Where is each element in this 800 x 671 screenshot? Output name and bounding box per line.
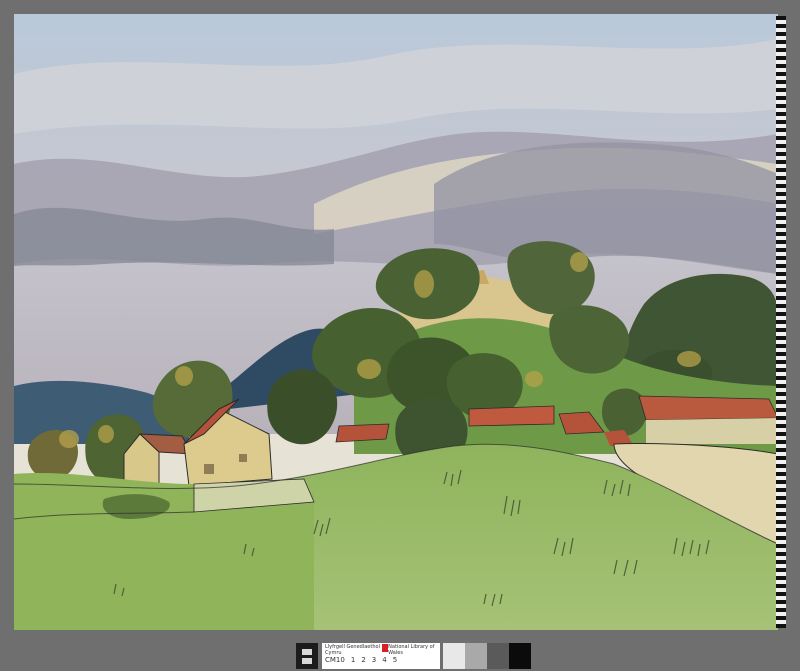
ruler-mark: 2 bbox=[361, 656, 366, 664]
sketchbook-spiral-binding bbox=[776, 16, 786, 628]
roofs-row-center bbox=[468, 405, 555, 427]
ruler-mark: 3 bbox=[371, 656, 377, 664]
grey-swatch-mid bbox=[465, 643, 487, 669]
scale-code: CM10 bbox=[325, 656, 345, 664]
roofs-row-mid bbox=[335, 423, 390, 443]
ruler: CM10 1 2 3 4 5 bbox=[325, 656, 437, 664]
ruler-mark: 5 bbox=[392, 656, 398, 664]
watercolour-painting bbox=[14, 14, 778, 630]
ruler-mark: 4 bbox=[382, 656, 387, 664]
institution-name-cy: Llyfrgell Genedlaethol Cymru bbox=[325, 644, 380, 656]
grey-swatch-light bbox=[443, 643, 465, 669]
barcode-icon bbox=[296, 643, 318, 669]
grey-swatch-dark bbox=[487, 643, 509, 669]
colour-scale-bar: Llyfrgell Genedlaethol Cymru National Li… bbox=[296, 643, 531, 669]
ruler-mark: 1 bbox=[350, 656, 356, 664]
roofs-right bbox=[638, 395, 778, 421]
institution-name-en: National Library of Wales bbox=[388, 644, 435, 656]
institution-label: Llyfrgell Genedlaethol Cymru National Li… bbox=[322, 643, 440, 669]
grey-swatch-black bbox=[509, 643, 531, 669]
